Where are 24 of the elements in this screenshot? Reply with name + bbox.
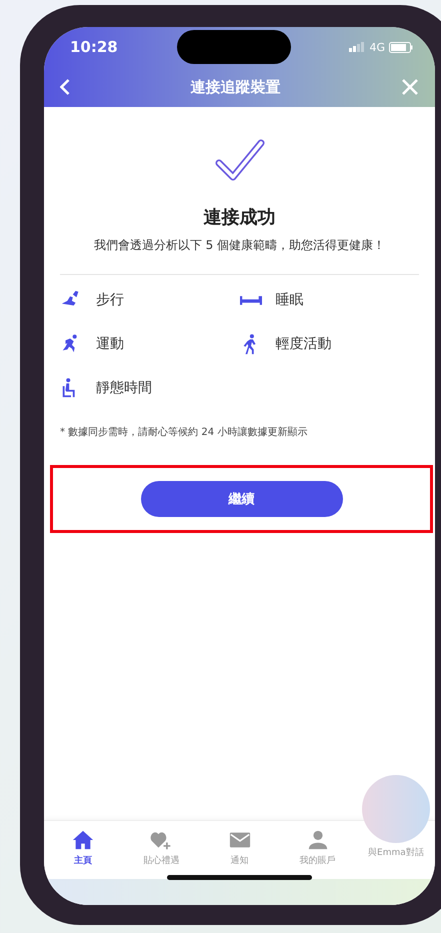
success-message: 我們會透過分析以下 5 個健康範疇，助您活得更健康！ (94, 237, 386, 254)
category-label: 輕度活動 (276, 335, 332, 353)
status-time: 10:28 (70, 38, 118, 56)
category-label: 靜態時間 (96, 379, 152, 397)
category-label: 睡眠 (276, 291, 304, 309)
sync-note: * 數據同步需時，請耐心等候約 24 小時讓數據更新顯示 (60, 426, 308, 439)
page-title: 連接追蹤裝置 (190, 78, 280, 96)
back-icon (60, 79, 70, 95)
bed-icon (240, 296, 262, 304)
close-icon (401, 78, 419, 96)
category-label: 運動 (96, 335, 124, 353)
continue-button[interactable]: 繼續 (140, 481, 342, 517)
category-label: 步行 (96, 291, 124, 309)
tab-item[interactable]: 貼心禮遇 (122, 829, 200, 867)
tab-item[interactable]: 我的賬戶 (278, 829, 357, 867)
tab-item[interactable]: 主頁 (44, 829, 122, 867)
person-icon (306, 829, 329, 851)
network-label: 4G (369, 40, 385, 54)
success-title: 連接成功 (204, 206, 276, 229)
home-icon (72, 829, 94, 851)
battery-icon (389, 42, 413, 52)
tab-item[interactable]: 通知 (200, 829, 279, 867)
tab-item[interactable]: 與Emma對話 (356, 775, 435, 859)
signal-icon (349, 42, 366, 52)
